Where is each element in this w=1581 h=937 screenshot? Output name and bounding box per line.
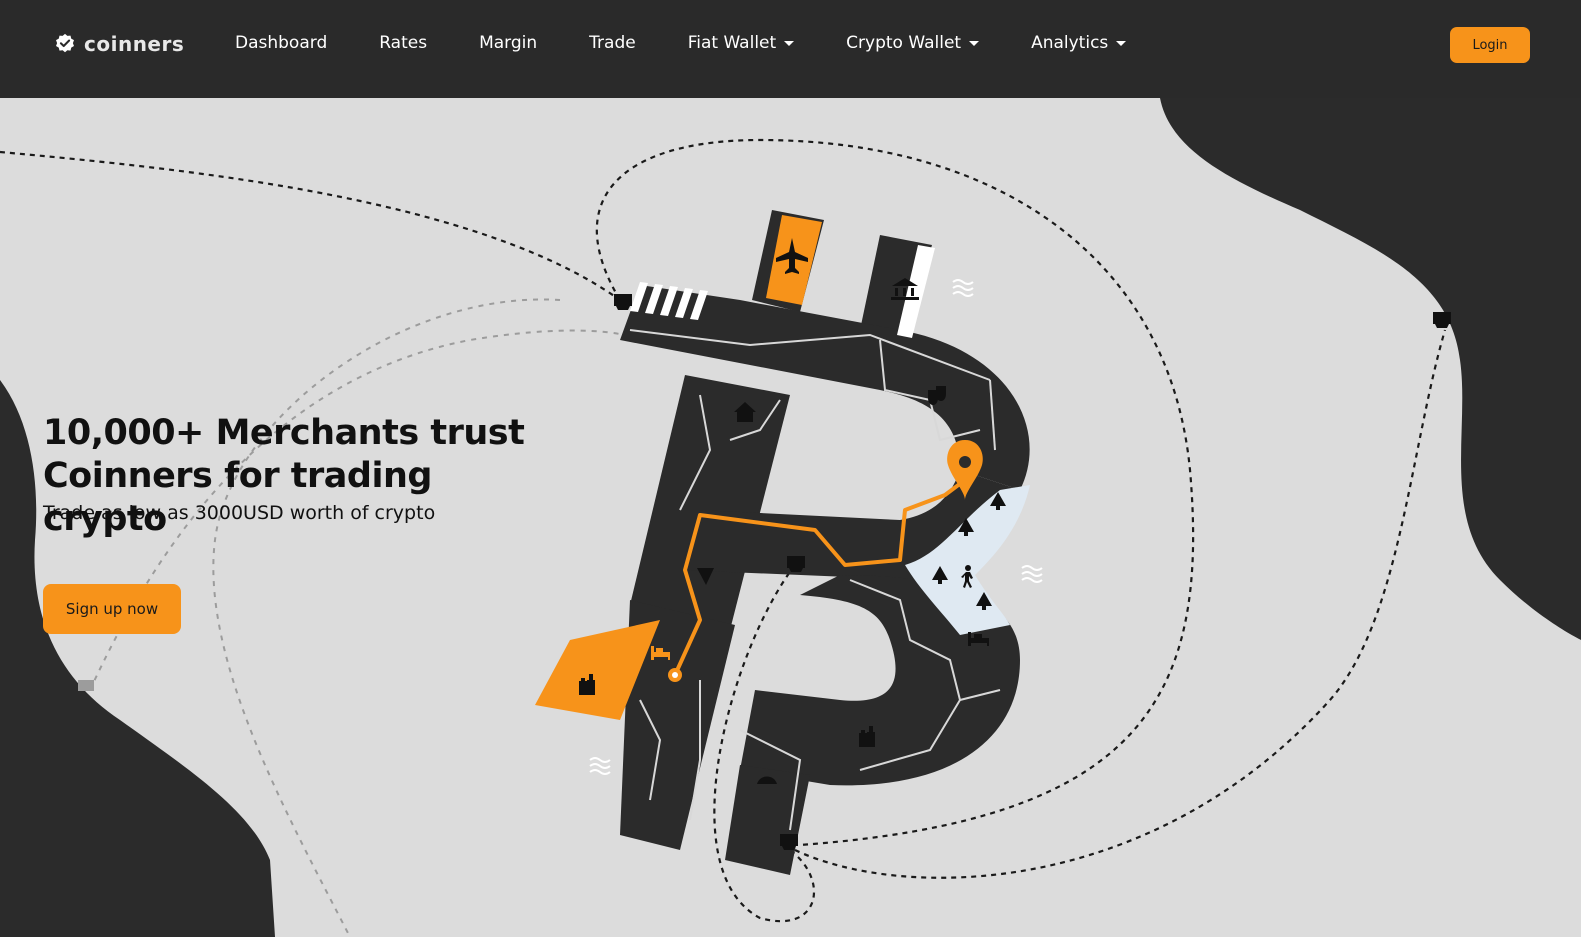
top-navbar: coinners Dashboard Rates Margin Trade Fi… xyxy=(0,0,1581,98)
nav-dashboard[interactable]: Dashboard xyxy=(235,33,327,53)
brand-name: coinners xyxy=(84,32,185,56)
nav-crypto-wallet-dropdown[interactable]: Crypto Wallet xyxy=(846,33,980,53)
bitcoin-city-illustration xyxy=(78,210,1451,875)
hero-section: 10,000+ Merchants trust Coinners for tra… xyxy=(0,98,1581,937)
hero-subline: Trade as low as 3000USD worth of crypto xyxy=(43,502,436,524)
nav-fiat-wallet-dropdown[interactable]: Fiat Wallet xyxy=(688,33,795,53)
caret-down-icon xyxy=(784,40,795,46)
nav-menu: Dashboard Rates Margin Trade Fiat Wallet… xyxy=(235,33,1127,53)
nav-margin[interactable]: Margin xyxy=(479,33,537,53)
nav-trade[interactable]: Trade xyxy=(589,33,636,53)
caret-down-icon xyxy=(1116,40,1127,46)
dark-blob-right xyxy=(1160,98,1581,640)
login-button[interactable]: Login xyxy=(1450,27,1530,63)
brand-logo[interactable]: coinners xyxy=(54,32,184,56)
nav-analytics-dropdown[interactable]: Analytics xyxy=(1031,33,1127,53)
signup-button[interactable]: Sign up now xyxy=(43,584,181,634)
nav-rates[interactable]: Rates xyxy=(379,33,427,53)
check-badge-icon xyxy=(56,33,74,53)
caret-down-icon xyxy=(969,40,980,46)
